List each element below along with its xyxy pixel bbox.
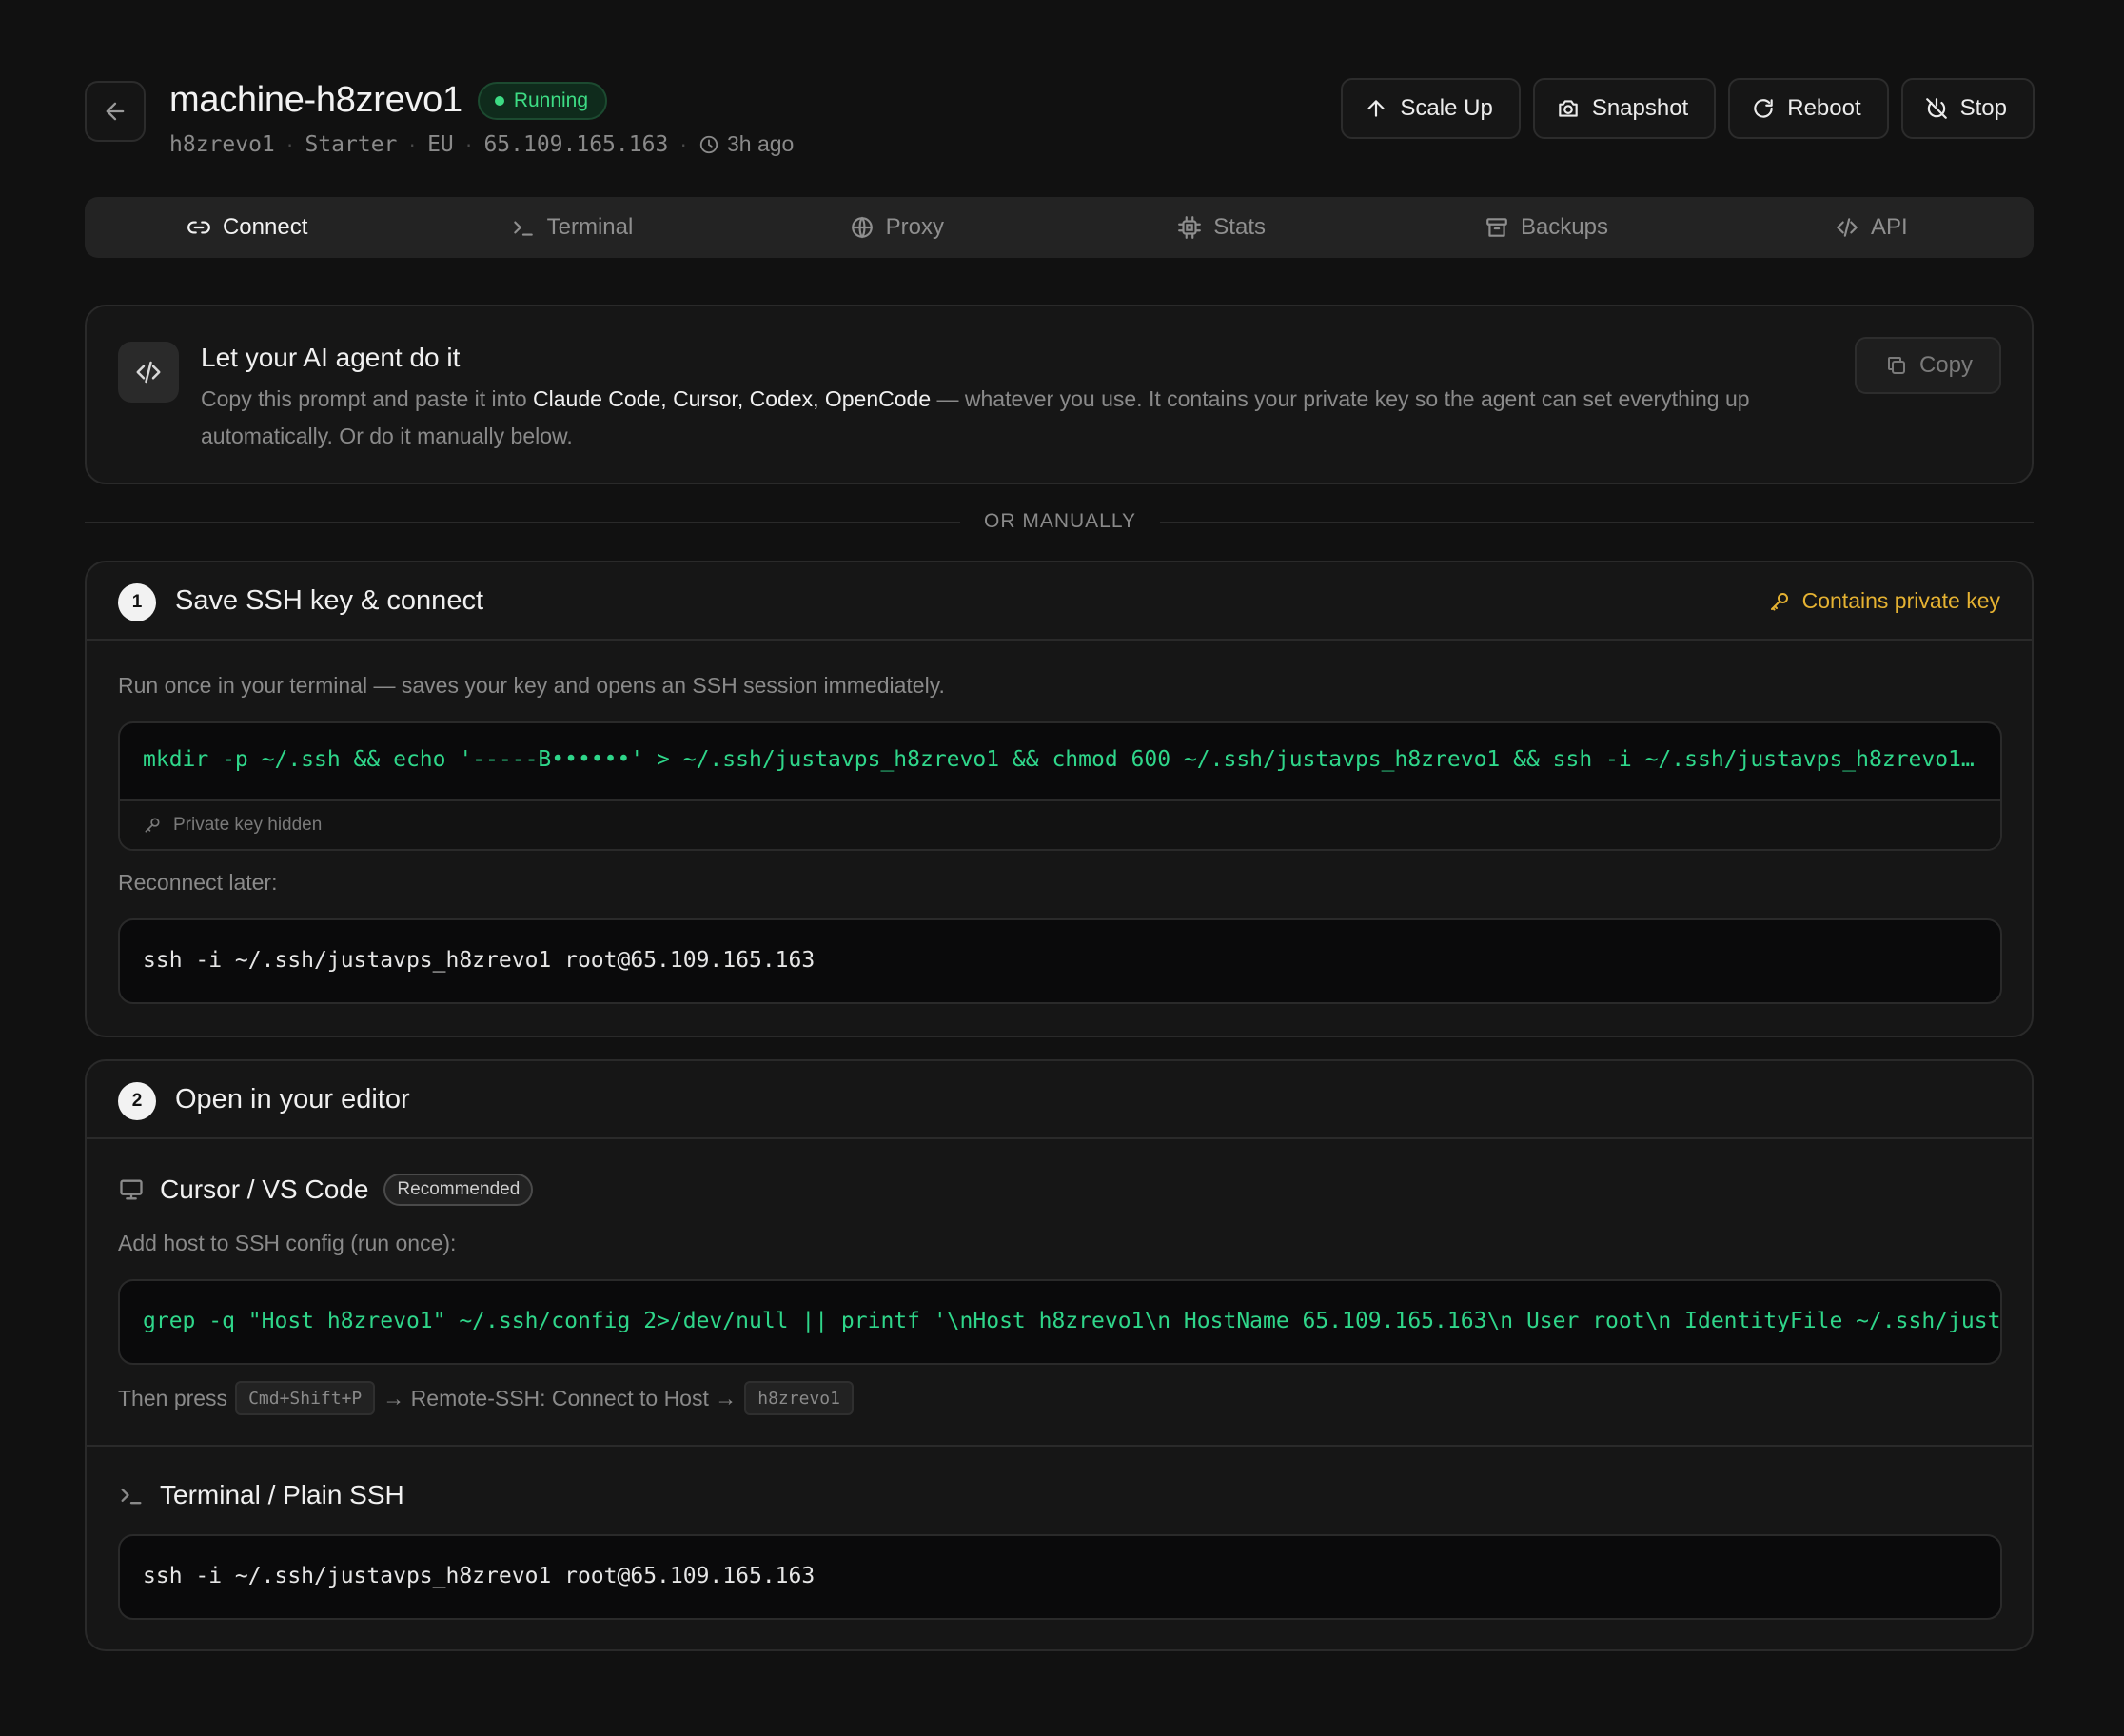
- tab-proxy[interactable]: Proxy: [735, 197, 1059, 258]
- machine-age: 3h ago: [698, 131, 794, 157]
- snapshot-button[interactable]: Snapshot: [1532, 78, 1717, 139]
- refresh-icon: [1751, 96, 1776, 121]
- terminal-icon: [511, 215, 536, 240]
- host-name: h8zrevo1: [744, 1381, 854, 1415]
- tab-terminal[interactable]: Terminal: [409, 197, 734, 258]
- agent-card-description: Copy this prompt and paste it into Claud…: [201, 381, 1838, 455]
- tab-stats[interactable]: Stats: [1059, 197, 1384, 258]
- tab-label: API: [1870, 214, 1908, 240]
- divider-label: OR MANUALLY: [960, 510, 1160, 533]
- arrow-up-icon: [1364, 96, 1388, 121]
- key-icon: [143, 816, 162, 835]
- title-row: machine-h8zrevo1 Running: [169, 80, 608, 121]
- meta-separator: ·: [464, 131, 473, 156]
- copy-icon: [1885, 354, 1908, 377]
- step-1-card: 1 Save SSH key & connect Contains privat…: [85, 561, 2034, 1037]
- warning-label: Contains private key: [1801, 588, 2000, 613]
- step-1-instruction: Run once in your terminal — saves your k…: [118, 673, 945, 698]
- plain-ssh-command[interactable]: ssh -i ~/.ssh/justavps_h8zrevo1 root@65.…: [143, 1564, 1977, 1588]
- tab-label: Connect: [222, 214, 308, 240]
- stop-label: Stop: [1959, 95, 2007, 121]
- private-key-hidden-note: Private key hidden: [120, 799, 2000, 849]
- tab-label: Proxy: [885, 214, 944, 240]
- tab-label: Backups: [1520, 214, 1608, 240]
- created-time: 3h ago: [726, 131, 795, 156]
- back-button[interactable]: [85, 81, 146, 142]
- camera-icon: [1556, 96, 1581, 121]
- scale-up-button[interactable]: Scale Up: [1341, 78, 1521, 139]
- clock-icon: [698, 134, 719, 155]
- archive-icon: [1485, 215, 1509, 240]
- step-2-header: 2 Open in your editor: [87, 1061, 2032, 1139]
- page-title: machine-h8zrevo1: [169, 80, 462, 120]
- ssh-config-command[interactable]: grep -q "Host h8zrevo1" ~/.ssh/config 2>…: [143, 1309, 2000, 1333]
- code-icon: [1835, 215, 1859, 240]
- save-key-command[interactable]: mkdir -p ~/.ssh && echo '-----B••••••' >…: [143, 747, 1977, 772]
- step-2-title: Open in your editor: [175, 1084, 410, 1115]
- machine-plan: Starter: [305, 131, 398, 157]
- step-1-header: 1 Save SSH key & connect Contains privat…: [87, 562, 2032, 641]
- globe-icon: [850, 215, 875, 240]
- meta-separator: ·: [408, 131, 417, 156]
- terminal-section-title: Terminal / Plain SSH: [118, 1480, 404, 1510]
- meta-separator: ·: [679, 131, 687, 156]
- recommended-badge: Recommended: [384, 1174, 534, 1206]
- copy-label: Copy: [1918, 352, 1973, 378]
- then-prefix: Then press: [118, 1385, 228, 1410]
- connect-instructions: Then press Cmd+Shift+P → Remote-SSH: Con…: [118, 1381, 854, 1415]
- step-number: 2: [118, 1082, 156, 1120]
- tab-label: Stats: [1213, 214, 1266, 240]
- status-badge: Running: [477, 81, 608, 120]
- ssh-config-instruction: Add host to SSH config (run once):: [118, 1231, 457, 1255]
- monitor-icon: [118, 1176, 145, 1203]
- power-off-icon: [1924, 96, 1949, 121]
- cursor-title: Cursor / VS Code: [160, 1174, 369, 1204]
- agent-tools: Claude Code, Cursor, Codex, OpenCode: [533, 386, 932, 411]
- hidden-note-label: Private key hidden: [173, 815, 323, 835]
- tab-api[interactable]: API: [1709, 197, 2034, 258]
- status-dot: [494, 95, 504, 106]
- ssh-config-command-box[interactable]: grep -q "Host h8zrevo1" ~/.ssh/config 2>…: [118, 1279, 2002, 1365]
- snapshot-label: Snapshot: [1591, 95, 1689, 121]
- save-key-command-box[interactable]: mkdir -p ~/.ssh && echo '-----B••••••' >…: [118, 721, 2002, 851]
- then-middle: → Remote-SSH: Connect to Host →: [383, 1385, 738, 1410]
- shortcut-key: Cmd+Shift+P: [235, 1381, 376, 1415]
- tab-bar: Connect Terminal Proxy Stats Backups API: [85, 197, 2034, 258]
- link-icon: [187, 215, 211, 240]
- reboot-label: Reboot: [1787, 95, 1861, 121]
- status-label: Running: [513, 89, 589, 111]
- stop-button[interactable]: Stop: [1900, 78, 2035, 139]
- machine-id: h8zrevo1: [169, 131, 275, 157]
- agent-card-title: Let your AI agent do it: [201, 343, 461, 372]
- key-icon: [1768, 590, 1791, 613]
- reconnect-command[interactable]: ssh -i ~/.ssh/justavps_h8zrevo1 root@65.…: [143, 948, 1977, 973]
- reboot-button[interactable]: Reboot: [1728, 78, 1889, 139]
- copy-prompt-button[interactable]: Copy: [1854, 337, 2001, 394]
- terminal-icon: [118, 1482, 145, 1509]
- section-separator: [87, 1445, 2032, 1447]
- plain-ssh-command-box[interactable]: ssh -i ~/.ssh/justavps_h8zrevo1 root@65.…: [118, 1534, 2002, 1620]
- cpu-icon: [1177, 215, 1202, 240]
- step-1-title: Save SSH key & connect: [175, 585, 483, 616]
- tab-connect[interactable]: Connect: [85, 197, 409, 258]
- reconnect-command-box[interactable]: ssh -i ~/.ssh/justavps_h8zrevo1 root@65.…: [118, 918, 2002, 1004]
- terminal-title: Terminal / Plain SSH: [160, 1480, 404, 1509]
- arrow-left-icon: [102, 98, 128, 125]
- meta-separator: ·: [285, 131, 294, 156]
- code-icon: [118, 342, 179, 403]
- tab-backups[interactable]: Backups: [1384, 197, 1708, 258]
- step-2-card: 2 Open in your editor Cursor / VS Code R…: [85, 1059, 2034, 1651]
- step-number: 1: [118, 583, 156, 621]
- cursor-section-title: Cursor / VS Code Recommended: [118, 1174, 534, 1206]
- machine-ip: 65.109.165.163: [483, 131, 669, 157]
- ai-agent-card: Let your AI agent do it Copy this prompt…: [85, 305, 2034, 484]
- private-key-warning: Contains private key: [1768, 588, 2000, 614]
- agent-desc-prefix: Copy this prompt and paste it into: [201, 386, 534, 411]
- reconnect-label: Reconnect later:: [118, 870, 278, 895]
- tab-label: Terminal: [546, 214, 634, 240]
- machine-actions: Scale Up Snapshot Reboot Stop: [1341, 78, 2035, 139]
- scale-up-label: Scale Up: [1400, 95, 1493, 121]
- machine-region: EU: [427, 131, 454, 157]
- machine-meta: h8zrevo1 · Starter · EU · 65.109.165.163…: [169, 131, 794, 157]
